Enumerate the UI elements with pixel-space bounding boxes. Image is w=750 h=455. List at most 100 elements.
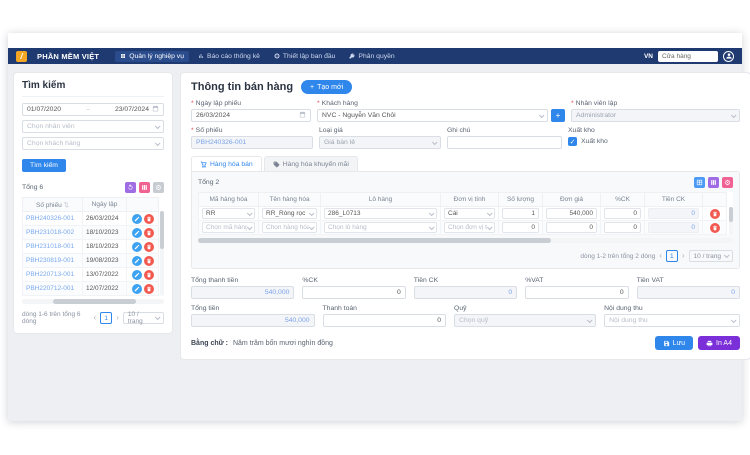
edit-receipt-button[interactable]	[132, 270, 142, 280]
receipt-code-link[interactable]: PBH240326-001	[26, 215, 74, 222]
edit-receipt-button[interactable]	[132, 242, 142, 252]
user-avatar[interactable]	[723, 51, 734, 62]
discount-pct-input[interactable]	[302, 286, 405, 299]
chevron-down-icon	[724, 252, 730, 258]
receipt-row[interactable]: PBH230819-00119/08/2023Nguyễn Văn Chỏi	[23, 254, 159, 268]
next-page-icon[interactable]: ›	[116, 314, 119, 322]
menu-item-reports[interactable]: Báo cáo thống kê	[193, 51, 265, 62]
receipt-code-link[interactable]: PBH220712-001	[26, 285, 74, 292]
receipt-row[interactable]: PBH231018-00118/10/2023NVA	[23, 240, 159, 254]
receipt-row[interactable]: PBH220713-00113/07/2022Cty TNHH Hoàn Th	[23, 268, 159, 282]
item-lot-select[interactable]: 286_L0713	[324, 208, 437, 219]
vat-pct-input[interactable]	[525, 286, 628, 299]
note-input[interactable]	[447, 136, 562, 149]
edit-receipt-button[interactable]	[132, 214, 142, 224]
delete-receipt-button[interactable]	[144, 284, 154, 294]
item-discount-pct-input[interactable]	[604, 208, 641, 219]
delete-item-button[interactable]	[710, 209, 720, 219]
sale-info-panel: Thông tin bán hàng + Tạo mới *Ngày lập p…	[180, 72, 750, 360]
menu-item-setup[interactable]: Thiết lập ban đầu	[269, 51, 341, 62]
edit-receipt-button[interactable]	[132, 256, 142, 266]
add-customer-button[interactable]: +	[551, 109, 565, 122]
store-select[interactable]	[658, 51, 718, 62]
receipt-code-link[interactable]: PBH231018-002	[26, 229, 74, 236]
receipt-row[interactable]: PBH240326-00126/03/2024Nguyễn Văn Chỏi	[23, 212, 159, 226]
receipt-code-link[interactable]: PBH231018-001	[26, 243, 74, 250]
prev-page-icon[interactable]: ‹	[659, 252, 662, 260]
col-item-lot[interactable]: Lô hàng	[321, 193, 441, 207]
delete-receipt-button[interactable]	[144, 256, 154, 266]
next-page-icon[interactable]: ›	[682, 252, 685, 260]
item-name-select[interactable]: RR_Ròng rọc	[262, 208, 317, 219]
add-row-button[interactable]	[694, 177, 705, 188]
employee-select[interactable]: Chọn nhân viên	[22, 120, 164, 133]
language-label[interactable]: VN	[644, 53, 653, 60]
save-button[interactable]: Lưu	[655, 336, 693, 350]
item-code-select[interactable]: RR	[202, 208, 255, 219]
edit-receipt-button[interactable]	[132, 228, 142, 238]
delete-receipt-button[interactable]	[144, 214, 154, 224]
item-qty-input[interactable]	[502, 208, 539, 219]
columns-button[interactable]	[139, 182, 150, 193]
customer-select[interactable]: Chọn khách hàng	[22, 137, 164, 150]
tab-goods-sold[interactable]: Hàng hóa bán	[191, 156, 262, 171]
refresh-button[interactable]	[125, 182, 136, 193]
item-name-select[interactable]: Chọn hàng hóa	[262, 222, 317, 233]
item-unit-select[interactable]: Chọn đơn vị tính	[444, 222, 495, 233]
sale-customer-select[interactable]: NVC - Nguyễn Văn Chỏi	[317, 109, 548, 122]
page-size-select[interactable]: 10 / trang	[689, 250, 733, 262]
item-unit-select[interactable]: Cái	[444, 208, 495, 219]
edit-receipt-button[interactable]	[132, 284, 142, 294]
page-size-select[interactable]: 10 / trang	[123, 312, 164, 324]
horizontal-scrollbar[interactable]	[22, 299, 164, 304]
menu-item-permissions[interactable]: Phân quyền	[344, 51, 399, 62]
receipt-row[interactable]: PBH220712-00112/07/2022Nguyễn Văn Chỏi	[23, 282, 159, 296]
menu-item-business[interactable]: Quản lý nghiệp vụ	[115, 51, 189, 62]
prev-page-icon[interactable]: ‹	[94, 314, 97, 322]
delete-receipt-button[interactable]	[144, 242, 154, 252]
col-header-date[interactable]: Ngày lập	[83, 198, 127, 212]
print-a4-button[interactable]: In A4	[698, 336, 740, 350]
col-item-qty[interactable]: Số lượng	[499, 193, 543, 207]
receipt-row[interactable]: PBH231018-00218/10/2023Nguyễn Văn Chỏi	[23, 226, 159, 240]
receipt-code-link[interactable]: PBH220713-001	[26, 271, 74, 278]
delete-item-button[interactable]	[710, 223, 720, 233]
tab-goods-promo[interactable]: Hàng hóa khuyến mãi	[264, 156, 358, 171]
search-button[interactable]: Tìm kiếm	[22, 159, 66, 172]
page-number[interactable]: 1	[666, 250, 678, 262]
table-settings-button[interactable]: ⚙	[722, 177, 733, 188]
col-item-name[interactable]: Tên hàng hóa	[259, 193, 321, 207]
calendar-icon	[299, 111, 306, 120]
receipt-content-select[interactable]: Nội dung thu	[604, 314, 740, 327]
item-price-input[interactable]	[546, 208, 597, 219]
columns-button[interactable]	[708, 177, 719, 188]
horizontal-scrollbar[interactable]	[198, 238, 733, 243]
date-range-input[interactable]: 01/07/2020 – 23/07/2024	[22, 103, 164, 116]
sale-date-input[interactable]: 26/03/2024	[191, 109, 311, 122]
col-item-price[interactable]: Đơn giá	[543, 193, 601, 207]
col-item-code[interactable]: Mã hàng hóa	[199, 193, 259, 207]
delete-receipt-button[interactable]	[144, 228, 154, 238]
item-price-input[interactable]	[546, 222, 597, 233]
date-to[interactable]: 23/07/2024	[115, 106, 149, 113]
item-discount-pct-input[interactable]	[604, 222, 641, 233]
table-settings-button[interactable]: ⚙	[153, 182, 164, 193]
payment-input[interactable]	[323, 314, 447, 327]
date-from[interactable]: 01/07/2020	[27, 106, 61, 113]
item-code-select[interactable]: Chọn mã hàng hóa	[202, 222, 255, 233]
item-qty-input[interactable]	[502, 222, 539, 233]
receipt-code-link[interactable]: PBH230819-001	[26, 257, 74, 264]
sort-icon[interactable]: ⇅	[64, 202, 69, 209]
col-item-unit[interactable]: Đơn vị tính	[441, 193, 499, 207]
delete-receipt-button[interactable]	[144, 270, 154, 280]
page-number[interactable]: 1	[100, 312, 112, 324]
col-header-code[interactable]: Số phiếu ⇅	[23, 198, 83, 212]
col-item-actions	[703, 193, 727, 207]
export-warehouse-checkbox[interactable]: ✓	[568, 137, 577, 146]
vertical-scrollbar[interactable]	[729, 207, 733, 235]
col-item-discount-amt[interactable]: Tiền CK	[645, 193, 703, 207]
create-new-button[interactable]: + Tạo mới	[301, 80, 352, 94]
item-lot-select[interactable]: Chọn lô hàng	[324, 222, 437, 233]
col-item-discount-pct[interactable]: %CK	[601, 193, 645, 207]
vertical-scrollbar[interactable]	[160, 211, 164, 296]
